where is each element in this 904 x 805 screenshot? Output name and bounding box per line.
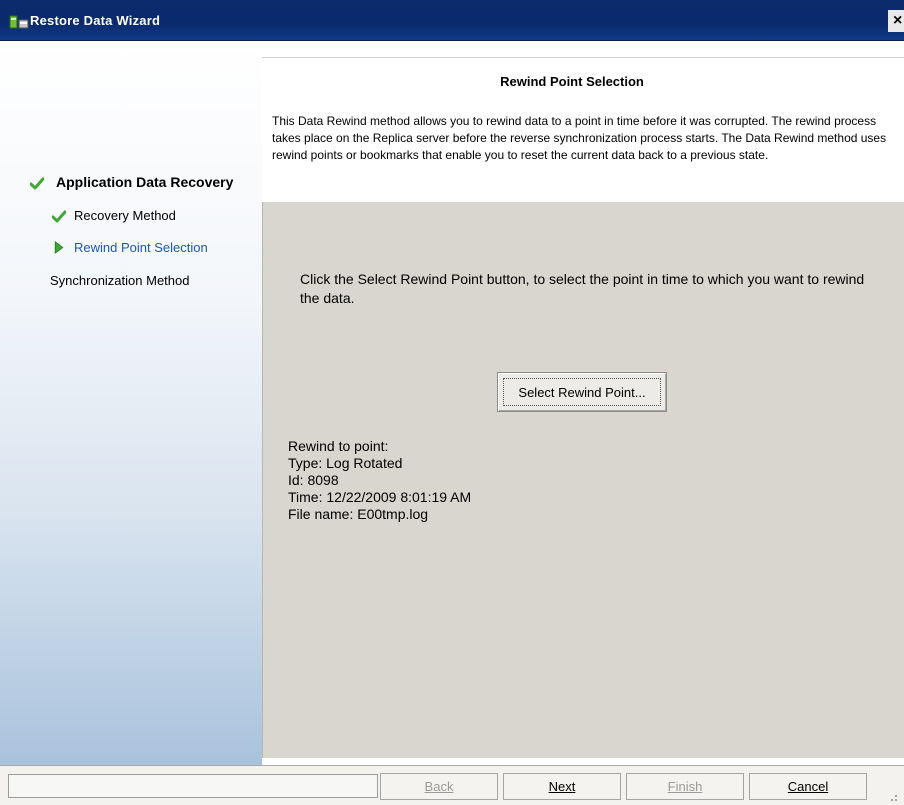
step-header: Rewind Point Selection This Data Rewind … bbox=[262, 57, 904, 203]
size-grip-icon[interactable] bbox=[884, 788, 898, 802]
title-bar: Restore Data Wizard × bbox=[0, 0, 904, 41]
details-file-name: File name: E00tmp.log bbox=[288, 506, 429, 522]
step-synchronization-method: Synchronization Method bbox=[50, 273, 190, 288]
rewind-point-details: Rewind to point: Type: Log Rotated Id: 8… bbox=[288, 438, 471, 523]
close-button[interactable]: × bbox=[888, 10, 904, 32]
step-rewind-point-selection: Rewind Point Selection bbox=[74, 240, 208, 255]
step-description: This Data Rewind method allows you to re… bbox=[272, 114, 887, 162]
step-title: Rewind Point Selection bbox=[500, 74, 644, 89]
back-button[interactable]: Back bbox=[380, 773, 498, 800]
green-check-icon bbox=[52, 210, 66, 223]
green-arrow-icon bbox=[54, 241, 64, 254]
details-time: Time: 12/22/2009 8:01:19 AM bbox=[288, 489, 472, 505]
app-icon bbox=[9, 14, 29, 30]
back-label: Back bbox=[424, 779, 454, 794]
select-rewind-point-label: Select Rewind Point... bbox=[503, 378, 661, 406]
wizard-steps-panel bbox=[0, 41, 262, 765]
step-recovery-method: Recovery Method bbox=[74, 208, 176, 223]
select-rewind-point-button[interactable]: Select Rewind Point... bbox=[497, 372, 667, 412]
cancel-button[interactable]: Cancel bbox=[749, 773, 867, 800]
cancel-label: Cancel bbox=[787, 779, 829, 794]
details-id: Id: 8098 bbox=[288, 472, 339, 488]
instruction-text: Click the Select Rewind Point button, to… bbox=[300, 271, 865, 306]
details-heading: Rewind to point: bbox=[288, 438, 389, 454]
green-check-icon bbox=[30, 177, 44, 190]
next-label: Next bbox=[548, 779, 576, 794]
status-field bbox=[8, 774, 378, 798]
button-bar: Back Next Finish Cancel bbox=[0, 765, 904, 805]
details-type: Type: Log Rotated bbox=[288, 455, 403, 471]
finish-button[interactable]: Finish bbox=[626, 773, 744, 800]
next-button[interactable]: Next bbox=[503, 773, 621, 800]
finish-label: Finish bbox=[667, 779, 703, 794]
step-application-data-recovery: Application Data Recovery bbox=[56, 174, 234, 190]
window-title: Restore Data Wizard bbox=[30, 13, 161, 28]
close-icon: × bbox=[893, 12, 903, 29]
